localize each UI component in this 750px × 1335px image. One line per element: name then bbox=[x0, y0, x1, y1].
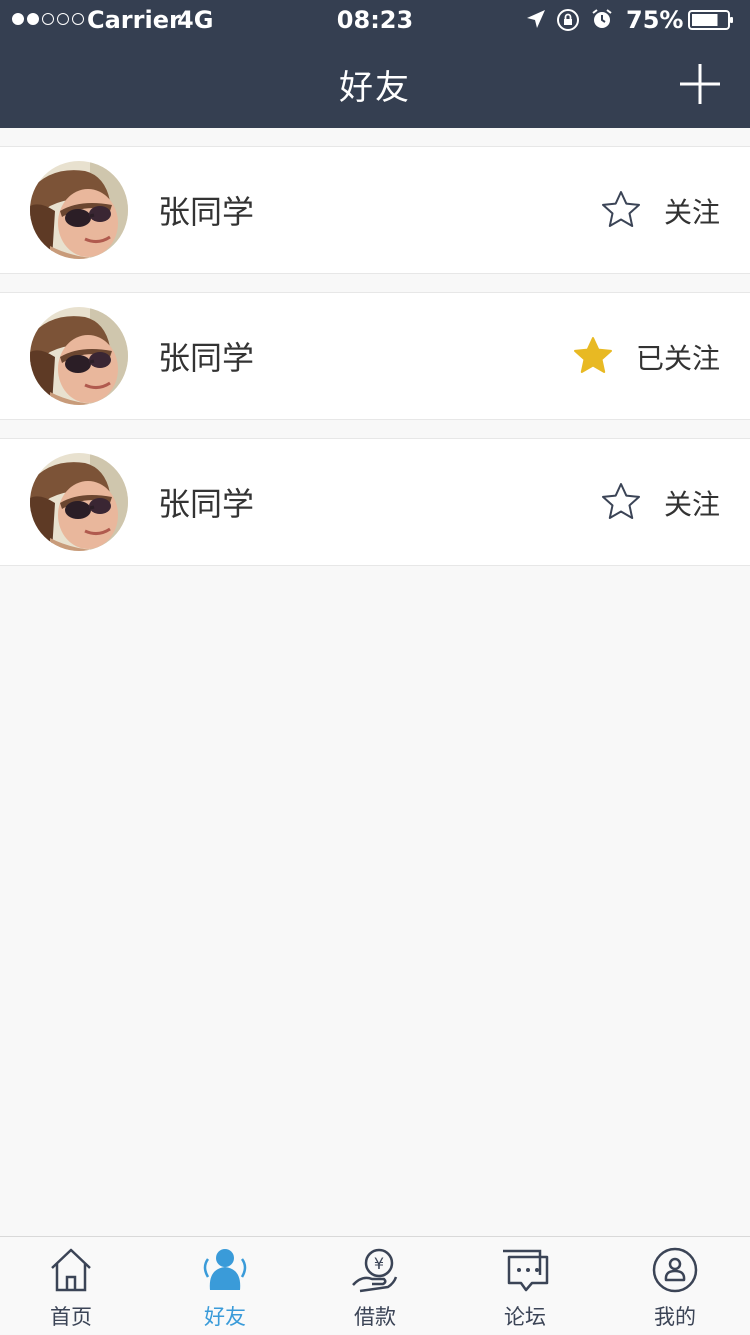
tab-label: 论坛 bbox=[504, 1305, 546, 1329]
tab-profile[interactable]: 我的 bbox=[600, 1237, 750, 1335]
star-outline-icon[interactable] bbox=[600, 481, 642, 523]
tab-label: 我的 bbox=[654, 1305, 696, 1329]
tab-loan[interactable]: ¥ 借款 bbox=[300, 1237, 450, 1335]
tab-label: 借款 bbox=[354, 1305, 396, 1329]
tab-forum[interactable]: 论坛 bbox=[450, 1237, 600, 1335]
bottom-tab-bar: 首页 好友 ¥ 借款 论坛 我的 bbox=[0, 1236, 750, 1334]
star-outline-icon[interactable] bbox=[600, 189, 642, 231]
star-filled-icon[interactable] bbox=[572, 335, 614, 377]
svg-text:¥: ¥ bbox=[374, 1254, 384, 1273]
star-outline-icon[interactable] bbox=[600, 189, 642, 231]
avatar-photo bbox=[30, 161, 128, 259]
friend-name: 张同学 bbox=[158, 339, 255, 377]
avatar[interactable] bbox=[30, 453, 128, 551]
avatar-photo bbox=[30, 307, 128, 405]
tab-label: 首页 bbox=[50, 1305, 92, 1329]
friend-name: 张同学 bbox=[158, 485, 255, 523]
app-header: Carrier 4G 08:23 75% 好友 bbox=[0, 0, 750, 128]
avatar[interactable] bbox=[30, 307, 128, 405]
status-bar: Carrier 4G 08:23 75% bbox=[0, 0, 750, 40]
rotation-lock-icon bbox=[557, 9, 579, 31]
star-outline-icon[interactable] bbox=[600, 481, 642, 523]
tab-friends[interactable]: 好友 bbox=[150, 1237, 300, 1335]
follow-button-label[interactable]: 关注 bbox=[664, 191, 720, 231]
tab-label: 好友 bbox=[204, 1305, 246, 1329]
alarm-icon bbox=[592, 9, 612, 28]
friend-name: 张同学 bbox=[158, 193, 255, 231]
battery-icon bbox=[688, 10, 733, 30]
follow-button-label[interactable]: 关注 bbox=[664, 483, 720, 523]
avatar-photo bbox=[30, 453, 128, 551]
location-arrow-icon bbox=[527, 10, 545, 28]
star-filled-icon[interactable] bbox=[572, 335, 614, 377]
friend-row[interactable]: 张同学 已关注 bbox=[0, 292, 750, 420]
friend-row[interactable]: 张同学 关注 bbox=[0, 146, 750, 274]
friend-row[interactable]: 张同学 关注 bbox=[0, 438, 750, 566]
battery-percent: 75% bbox=[626, 6, 684, 34]
page-title: 好友 bbox=[339, 68, 411, 108]
avatar[interactable] bbox=[30, 161, 128, 259]
add-friend-button[interactable] bbox=[678, 62, 722, 106]
tab-home[interactable]: 首页 bbox=[0, 1237, 146, 1335]
follow-button-label[interactable]: 已关注 bbox=[636, 337, 720, 377]
